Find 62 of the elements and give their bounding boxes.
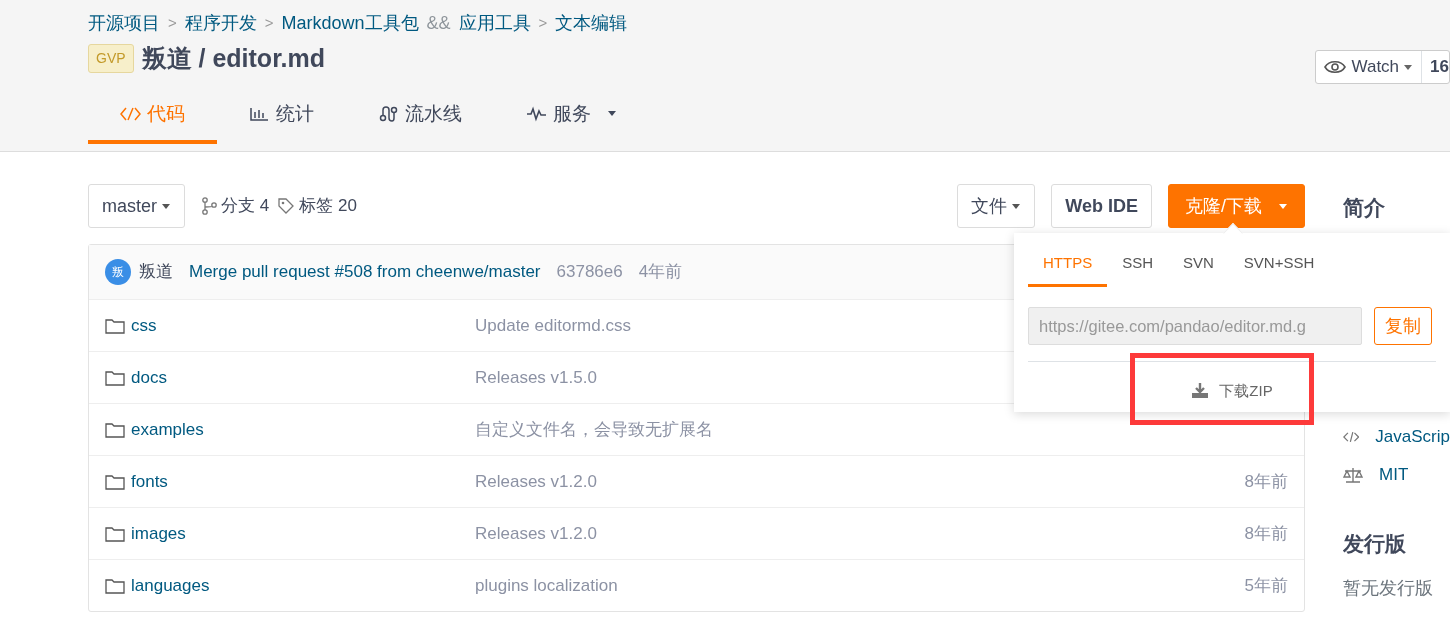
download-icon bbox=[1191, 383, 1210, 399]
caret-icon bbox=[161, 202, 171, 210]
web-ide-button[interactable]: Web IDE bbox=[1051, 184, 1152, 228]
tags-link[interactable]: 标签 20 bbox=[277, 193, 357, 219]
breadcrumb-link[interactable]: 应用工具 bbox=[458, 9, 531, 37]
branch-dropdown[interactable]: master bbox=[88, 184, 185, 228]
folder-name[interactable]: docs bbox=[131, 364, 167, 391]
breadcrumb-link[interactable]: 程序开发 bbox=[184, 9, 257, 37]
caret-icon bbox=[1278, 202, 1288, 210]
watch-count: 16 bbox=[1421, 51, 1449, 83]
breadcrumb-separator: > bbox=[538, 12, 548, 33]
repo-title[interactable]: 叛道 / editor.md bbox=[141, 40, 325, 78]
breadcrumb-joiner: && bbox=[426, 11, 451, 35]
gvp-badge: GVP bbox=[88, 44, 134, 74]
folder-name[interactable]: languages bbox=[131, 572, 210, 599]
caret-icon bbox=[1403, 63, 1414, 71]
commit-time: 4年前 bbox=[638, 261, 683, 284]
tag-icon bbox=[277, 197, 296, 215]
protocol-tab[interactable]: SSH bbox=[1107, 243, 1168, 287]
code-icon bbox=[120, 105, 141, 122]
nav-tab[interactable]: 服务 bbox=[494, 93, 649, 144]
file-dropdown[interactable]: 文件 bbox=[957, 184, 1036, 228]
commit-message[interactable]: Merge pull request #508 from cheenwe/master bbox=[189, 259, 541, 285]
protocol-tab[interactable]: SVN+SSH bbox=[1228, 243, 1330, 287]
folder-icon bbox=[105, 369, 125, 386]
eye-icon bbox=[1323, 59, 1346, 75]
breadcrumb-link[interactable]: Markdown工具包 bbox=[281, 9, 419, 37]
branch-icon bbox=[201, 197, 217, 215]
breadcrumb-link[interactable]: 开源项目 bbox=[88, 9, 160, 37]
scale-icon bbox=[1343, 466, 1363, 483]
download-zip-button[interactable]: 下载ZIP bbox=[1185, 362, 1279, 420]
license-link[interactable]: MIT bbox=[1379, 461, 1409, 488]
folder-icon bbox=[105, 577, 125, 594]
pipeline-icon bbox=[378, 105, 399, 122]
folder-name[interactable]: fonts bbox=[131, 468, 168, 495]
language-link[interactable]: JavaScrip bbox=[1375, 423, 1450, 450]
folder-name[interactable]: images bbox=[131, 520, 186, 547]
avatar: 叛 bbox=[105, 259, 131, 285]
breadcrumb-link[interactable]: 文本编辑 bbox=[555, 9, 628, 37]
empty-releases-text: 暂无发行版 bbox=[1343, 577, 1434, 600]
breadcrumb-separator: > bbox=[168, 12, 177, 33]
breadcrumb-separator: > bbox=[264, 12, 274, 33]
section-heading: 简介 bbox=[1343, 195, 1386, 221]
commit-author[interactable]: 叛道 bbox=[139, 259, 173, 285]
section-heading: 发行版 bbox=[1343, 530, 1407, 557]
chart-icon bbox=[249, 105, 270, 122]
commit-time: 8年前 bbox=[1244, 522, 1288, 545]
folder-icon bbox=[105, 317, 125, 334]
folder-icon bbox=[105, 525, 125, 542]
folder-icon bbox=[105, 473, 125, 490]
pulse-icon bbox=[526, 105, 547, 122]
protocol-tab[interactable]: SVN bbox=[1168, 243, 1229, 287]
branches-link[interactable]: 分支 4 bbox=[201, 193, 270, 219]
nav-tab[interactable]: 统计 bbox=[217, 93, 346, 144]
nav-tab[interactable]: 流水线 bbox=[346, 93, 494, 144]
commit-time: 8年前 bbox=[1244, 470, 1288, 493]
folder-icon bbox=[105, 421, 125, 438]
folder-name[interactable]: examples bbox=[131, 416, 204, 443]
caret-icon bbox=[1011, 202, 1022, 210]
watch-button[interactable]: Watch bbox=[1315, 51, 1422, 83]
commit-time: 5年前 bbox=[1244, 574, 1288, 597]
folder-name[interactable]: css bbox=[131, 312, 157, 339]
